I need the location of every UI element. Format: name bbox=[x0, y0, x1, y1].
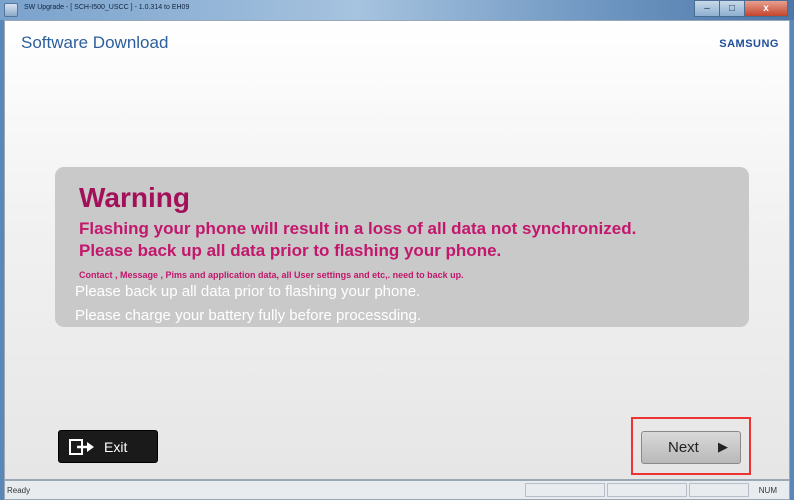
window-title: SW Upgrade - [ SCH-I500_USCC ] - 1.0.314… bbox=[24, 4, 190, 11]
page-title: Software Download bbox=[21, 33, 169, 52]
warning-panel: Warning Flashing your phone will result … bbox=[55, 167, 749, 327]
title-bar: SW Upgrade - [ SCH-I500_USCC ] - 1.0.314… bbox=[0, 0, 794, 20]
app-window: Software Download SAMSUNG Warning Flashi… bbox=[4, 20, 790, 480]
info-battery: Please charge your battery fully before … bbox=[75, 307, 422, 324]
status-text: Ready bbox=[7, 486, 31, 495]
warning-detail: Contact , Message , Pims and application… bbox=[79, 270, 464, 280]
warning-line-2: Please back up all data prior to flashin… bbox=[79, 241, 502, 260]
window-controls: – □ x bbox=[694, 0, 788, 18]
app-icon bbox=[4, 3, 18, 17]
header: Software Download SAMSUNG bbox=[5, 21, 789, 61]
num-indicator: NUM bbox=[758, 486, 777, 495]
status-cell bbox=[525, 483, 605, 497]
exit-button[interactable]: Exit bbox=[58, 430, 158, 463]
close-button[interactable]: x bbox=[744, 0, 788, 17]
exit-arrow-icon bbox=[69, 439, 97, 458]
status-cell bbox=[607, 483, 687, 497]
warning-heading: Warning bbox=[79, 182, 190, 213]
exit-label: Exit bbox=[104, 439, 128, 455]
minimize-button[interactable]: – bbox=[694, 0, 720, 17]
samsung-logo: SAMSUNG bbox=[719, 38, 779, 50]
next-button[interactable]: Next ▶ bbox=[641, 431, 741, 464]
status-bar: Ready NUM bbox=[4, 480, 790, 500]
maximize-button[interactable]: □ bbox=[719, 0, 745, 17]
play-arrow-icon: ▶ bbox=[718, 439, 728, 454]
status-cell bbox=[689, 483, 749, 497]
warning-line-1: Flashing your phone will result in a los… bbox=[79, 219, 637, 238]
info-backup: Please back up all data prior to flashin… bbox=[75, 283, 421, 300]
next-label: Next bbox=[668, 439, 699, 456]
